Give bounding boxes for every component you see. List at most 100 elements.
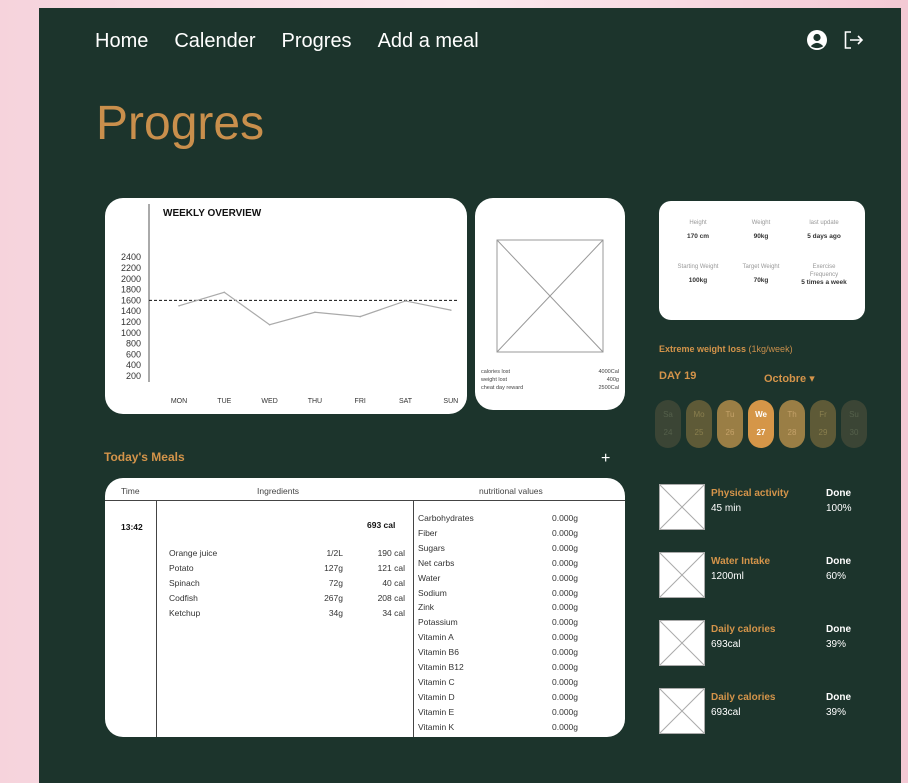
table-row: Vitamin A 0.000g	[418, 632, 578, 643]
chart-title: WEEKLY OVERVIEW	[163, 208, 262, 219]
image-placeholder-icon	[659, 620, 705, 666]
meal-time: 13:42	[121, 522, 143, 532]
y-tick-label: 1200	[121, 317, 141, 327]
logout-icon[interactable]	[843, 30, 865, 50]
x-tick-label: FRI	[355, 398, 366, 405]
table-row: Vitamin C 0.000g	[418, 676, 578, 687]
data-point	[404, 300, 407, 302]
summary-row: cheat day reward 2500Cal	[481, 385, 619, 391]
weekly-overview-card: 200 400 600 800 1000 1200 1400 1600 1800 2000 2200…	[105, 198, 467, 414]
user-circle-icon[interactable]	[807, 30, 827, 50]
activity-value: 693cal	[711, 707, 741, 718]
activity-name: Water Intake	[711, 556, 771, 567]
week-day-selector: Sa 24 Mo 25 Tu 26 We 27 Th 28 Fr 29 Su 30	[655, 400, 867, 448]
top-nav: Home Calender Progres Add a meal	[95, 30, 479, 53]
nav-actions	[807, 30, 865, 50]
activity-value: 1200ml	[711, 571, 744, 582]
nav-home[interactable]: Home	[95, 30, 148, 53]
activity-name: Daily calories	[711, 624, 776, 635]
activity-item[interactable]: Daily calories 693cal Done 39%	[659, 688, 865, 734]
data-point	[314, 311, 316, 314]
month-dropdown[interactable]: Octobre ▾	[764, 372, 815, 385]
activity-value: 693cal	[711, 639, 741, 650]
day-pill[interactable]: Sa 24	[655, 400, 681, 448]
data-point	[223, 291, 226, 294]
ingredient-list: Orange juice 1/2L 190 cal Potato 127g 121 ca…	[169, 546, 405, 621]
day-pill[interactable]: Th 28	[779, 400, 805, 448]
image-placeholder-icon	[659, 688, 705, 734]
plan-title: Extreme weight loss (1kg/week)	[659, 344, 793, 354]
table-row: Water 0.000g	[418, 572, 578, 583]
image-placeholder-icon	[496, 239, 604, 353]
activity-name: Physical activity	[711, 488, 789, 499]
summary-row: calories lost 4000Cal	[481, 369, 619, 375]
nav-add-meal[interactable]: Add a meal	[378, 30, 479, 53]
nav-progres[interactable]: Progres	[282, 30, 352, 53]
table-row: Vitamin K 0.000g	[418, 721, 578, 732]
stat-weight: Weight 90kg	[751, 220, 771, 240]
meal-total-calories: 693 cal	[367, 520, 396, 530]
table-row: Sugars 0.000g	[418, 542, 578, 553]
activity-status: Done	[826, 624, 851, 635]
table-row: Vitamin E 0.000g	[418, 706, 578, 717]
data-point	[450, 309, 452, 311]
plan-day: DAY 19	[659, 370, 697, 382]
meals-table: Time Ingredients nutritional values 13:4…	[105, 478, 625, 737]
table-row: Zink 0.000g	[418, 602, 578, 613]
col-header-time: Time	[121, 486, 140, 496]
y-tick-label: 800	[126, 339, 141, 349]
activity-value: 45 min	[711, 503, 742, 514]
activity-percent: 39%	[826, 639, 847, 650]
nutrition-list: Carbohydrates 0.000g Fiber 0.000g Sugars 0.…	[418, 511, 578, 735]
table-row: Sodium 0.000g	[418, 587, 578, 598]
x-tick-label: WED	[261, 398, 277, 405]
col-header-nutrition: nutritional values	[479, 486, 543, 496]
activity-item[interactable]: Physical activity 45 min Done 100%	[659, 484, 865, 530]
y-tick-label: 200	[126, 371, 141, 381]
body-stats-card: Height 170 cm Weight 90kg last update 5 day…	[659, 201, 865, 320]
image-placeholder-icon	[659, 552, 705, 598]
y-tick-label: 2400	[121, 252, 141, 262]
day-pill-selected[interactable]: We 27	[748, 400, 774, 448]
table-row: Fiber 0.000g	[418, 527, 578, 538]
activity-status: Done	[826, 556, 851, 567]
day-pill[interactable]: Fr 29	[810, 400, 836, 448]
activity-name: Daily calories	[711, 692, 776, 703]
column-divider	[156, 500, 157, 737]
table-row: Potassium 0.000g	[418, 617, 578, 628]
summary-list: calories lost 4000Cal weight lost 400g che…	[481, 368, 619, 392]
activity-percent: 39%	[826, 707, 847, 718]
day-pill[interactable]: Su 30	[841, 400, 867, 448]
y-tick-label: 400	[126, 360, 141, 370]
x-tick-label: SAT	[399, 398, 413, 405]
y-tick-label: 1000	[121, 328, 141, 338]
add-meal-button[interactable]: +	[601, 450, 610, 468]
activity-status: Done	[826, 692, 851, 703]
stat-starting-weight: Starting Weight 100kg	[677, 264, 719, 284]
activity-status: Done	[826, 488, 851, 499]
stat-target-weight: Target Weight 70kg	[742, 264, 780, 284]
data-point	[178, 305, 180, 307]
nav-calender[interactable]: Calender	[174, 30, 255, 53]
image-placeholder-icon	[659, 484, 705, 530]
y-tick-label: 1600	[121, 295, 141, 305]
day-pill[interactable]: Tu 26	[717, 400, 743, 448]
series-line	[178, 291, 451, 326]
table-row: Codfish 267g 208 cal	[169, 593, 405, 603]
y-tick-label: 1800	[121, 285, 141, 295]
meals-title: Today's Meals	[104, 450, 185, 464]
stat-last-update: last update 5 days ago	[807, 220, 841, 240]
y-tick-label: 2000	[121, 274, 141, 284]
activity-percent: 60%	[826, 571, 847, 582]
data-point	[268, 323, 271, 326]
activity-item[interactable]: Water Intake 1200ml Done 60%	[659, 552, 865, 598]
y-tick-label: 600	[126, 349, 141, 359]
activity-item[interactable]: Daily calories 693cal Done 39%	[659, 620, 865, 666]
table-row: Net carbs 0.000g	[418, 557, 578, 568]
data-point	[359, 315, 361, 318]
stat-height: Height 170 cm	[686, 220, 710, 240]
table-row: Spinach 72g 40 cal	[169, 578, 405, 588]
y-tick-label: 2200	[121, 263, 141, 273]
day-pill[interactable]: Mo 25	[686, 400, 712, 448]
summary-card: calories lost 4000Cal weight lost 400g che…	[475, 198, 625, 410]
